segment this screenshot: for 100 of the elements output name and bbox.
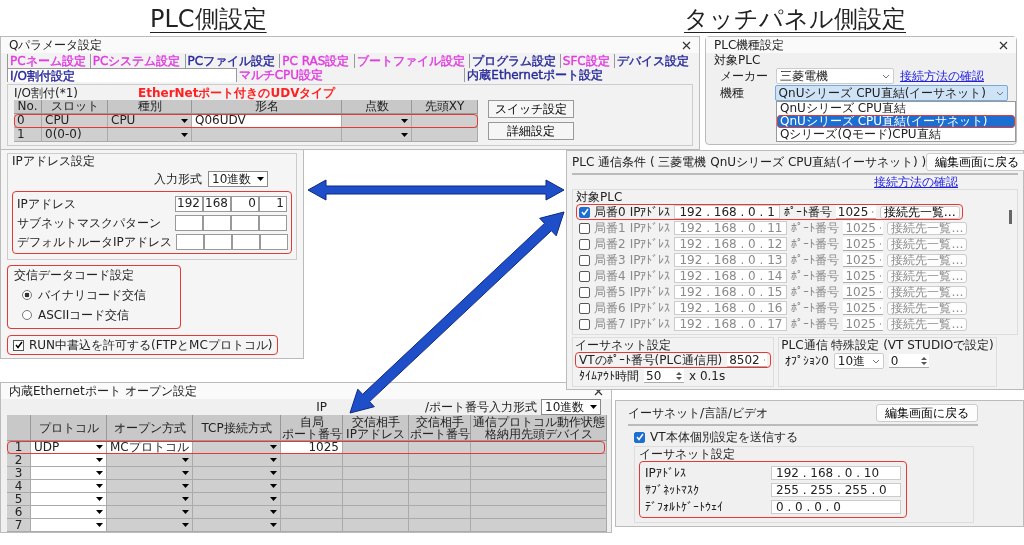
dropdown-field[interactable] xyxy=(193,493,281,506)
ip-field[interactable]: 192 . 168 . 0 . 16 xyxy=(674,301,788,315)
octet-field[interactable]: 168 xyxy=(203,195,231,212)
dropdown-option[interactable]: QnUシリーズ CPU直結 xyxy=(777,102,1015,115)
dropdown-field[interactable] xyxy=(108,128,192,142)
dropdown-field[interactable] xyxy=(107,493,193,506)
list-button[interactable]: 接続先一覧… xyxy=(887,253,968,267)
dropdown-field[interactable] xyxy=(31,506,107,519)
list-button[interactable]: 接続先一覧… xyxy=(879,205,960,219)
octet-field[interactable] xyxy=(231,233,260,250)
octet-field[interactable] xyxy=(259,233,288,250)
port-spinner[interactable]: 8502 xyxy=(727,353,768,367)
dropdown-field[interactable] xyxy=(107,519,193,532)
model-dropdown[interactable]: QnUシリーズ CPU直結(イーサネット) xyxy=(774,85,1008,101)
list-button[interactable]: 接続先一覧… xyxy=(887,237,968,251)
tab[interactable]: 内蔵Ethernetポート設定 xyxy=(464,68,693,82)
ip-field[interactable]: 192 . 168 . 0 . 15 xyxy=(674,285,788,299)
option-spinner[interactable]: 0 xyxy=(888,354,929,368)
settings-button[interactable]: 詳細設定 xyxy=(488,122,574,140)
dropdown-field[interactable] xyxy=(107,454,193,467)
tab[interactable]: I/O割付設定 xyxy=(7,68,236,82)
checkbox[interactable] xyxy=(579,238,590,250)
scrollbar[interactable] xyxy=(1009,210,1012,224)
dropdown-field[interactable] xyxy=(31,519,107,532)
ip-field[interactable]: 255 . 255 . 255 . 0 xyxy=(771,482,901,497)
checkbox[interactable] xyxy=(579,286,590,298)
format-dropdown[interactable]: 10進数 xyxy=(208,171,268,187)
settings-button[interactable]: スイッチ設定 xyxy=(488,100,574,118)
octet-field[interactable]: 0 xyxy=(231,195,259,212)
dropdown-field[interactable]: UDP xyxy=(31,441,107,454)
checkbox[interactable] xyxy=(13,339,24,351)
close-icon[interactable] xyxy=(999,40,1008,50)
help-link[interactable]: 接続方法の確認 xyxy=(900,69,984,83)
dropdown-field[interactable] xyxy=(107,467,193,480)
format-dropdown[interactable]: 10進 xyxy=(833,353,884,369)
timeout-spinner[interactable]: 50 xyxy=(644,369,684,383)
dropdown-option[interactable]: Qシリーズ(Qモード)CPU直結 xyxy=(777,128,1015,141)
maker-dropdown[interactable]: 三菱電機 xyxy=(776,68,894,84)
column-header: 種別 xyxy=(108,100,192,114)
octet-field[interactable] xyxy=(175,214,203,231)
dropdown-field[interactable]: MCプロトコル xyxy=(107,441,193,454)
checkbox-label: RUN中書込を許可する(FTPとMCプロトコル) xyxy=(29,338,273,352)
ip-field[interactable]: 192 . 168 . 0 . 13 xyxy=(674,253,788,267)
checkbox[interactable] xyxy=(579,302,590,314)
list-button[interactable]: 接続先一覧… xyxy=(887,301,968,315)
ip-field[interactable]: 192 . 168 . 0 . 1 xyxy=(674,205,780,219)
dropdown-field[interactable] xyxy=(31,480,107,493)
row-number: 2 xyxy=(7,454,31,467)
dropdown-field[interactable] xyxy=(107,480,193,493)
dropdown-field[interactable] xyxy=(31,467,107,480)
octet-field[interactable] xyxy=(203,214,231,231)
tab[interactable]: デバイス設定 xyxy=(613,54,693,68)
ip-field[interactable]: 192 . 168 . 0 . 10 xyxy=(771,465,901,480)
close-icon[interactable] xyxy=(682,40,691,50)
tab[interactable]: プログラム設定 xyxy=(468,54,560,68)
list-button[interactable]: 接続先一覧… xyxy=(887,317,968,331)
dropdown-field[interactable] xyxy=(193,519,281,532)
port-spinner[interactable]: 1025 xyxy=(835,205,876,219)
back-button[interactable]: 編集画面に戻る xyxy=(926,153,1024,171)
tab[interactable]: ブートファイル設定 xyxy=(353,54,469,68)
octet-field[interactable]: 192 xyxy=(175,195,203,212)
format-dropdown[interactable]: 10進数 xyxy=(541,399,601,415)
radio-button[interactable] xyxy=(22,310,32,320)
dropdown-field[interactable] xyxy=(193,467,281,480)
checkbox[interactable] xyxy=(579,206,590,218)
octet-field[interactable]: 1 xyxy=(259,195,287,212)
ip-field[interactable]: 192 . 168 . 0 . 11 xyxy=(674,221,788,235)
checkbox[interactable] xyxy=(579,318,590,330)
ip-field[interactable]: 0 . 0 . 0 . 0 xyxy=(771,499,901,514)
octet-field[interactable] xyxy=(231,214,259,231)
octet-field[interactable] xyxy=(259,214,287,231)
ip-field[interactable]: 192 . 168 . 0 . 17 xyxy=(674,317,788,331)
list-button[interactable]: 接続先一覧… xyxy=(887,221,968,235)
back-button[interactable]: 編集画面に戻る xyxy=(876,404,978,422)
column-header: 通信プロトコル動作状態 xyxy=(472,415,605,428)
octet-field[interactable] xyxy=(203,233,232,250)
dropdown-field[interactable] xyxy=(193,454,281,467)
field-label: IP xyxy=(316,400,327,414)
dropdown-field[interactable] xyxy=(31,493,107,506)
checkbox[interactable] xyxy=(579,254,590,266)
list-button[interactable]: 接続先一覧… xyxy=(887,269,968,283)
dropdown-field[interactable] xyxy=(193,480,281,493)
dropdown-field[interactable] xyxy=(107,506,193,519)
checkbox[interactable] xyxy=(579,270,590,282)
checkbox[interactable] xyxy=(579,222,590,234)
dropdown-field[interactable] xyxy=(342,128,412,142)
radio-button[interactable] xyxy=(22,290,32,300)
checkbox[interactable] xyxy=(634,431,645,443)
help-link[interactable]: 接続方法の確認 xyxy=(874,175,958,189)
dropdown-field[interactable] xyxy=(31,454,107,467)
ip-field[interactable]: 192 . 168 . 0 . 14 xyxy=(674,269,788,283)
dropdown-field[interactable]: CPU xyxy=(108,114,192,128)
column-header: ポート番号 xyxy=(281,427,342,440)
octet-field[interactable] xyxy=(175,233,204,250)
dropdown-field[interactable] xyxy=(342,114,412,128)
ip-field[interactable]: 192 . 168 . 0 . 12 xyxy=(674,237,788,251)
list-button[interactable]: 接続先一覧… xyxy=(887,285,968,299)
station-label: 局番2 xyxy=(594,237,626,251)
dropdown-field[interactable] xyxy=(193,506,281,519)
dropdown-field[interactable] xyxy=(193,441,281,454)
